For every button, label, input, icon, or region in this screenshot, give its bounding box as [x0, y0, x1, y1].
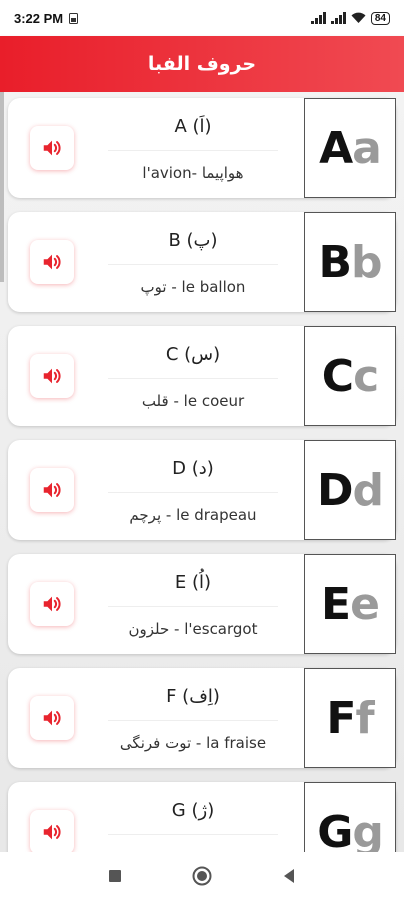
uppercase-letter: E	[321, 578, 351, 630]
letter-glyph-box[interactable]: Bb	[304, 212, 396, 312]
divider	[108, 492, 278, 493]
status-bar: 3:22 PM 84	[0, 0, 404, 36]
example-word: حلزون - l'escargot	[128, 620, 258, 638]
letter-card[interactable]: E (اُ) حلزون - l'escargot Ee	[8, 554, 396, 654]
speaker-button[interactable]	[30, 126, 74, 170]
letter-card[interactable]: D (د) پرچم - le drapeau Dd	[8, 440, 396, 540]
letter-glyph-box[interactable]: Cc	[304, 326, 396, 426]
letter-card[interactable]: G (ژ) Gg	[8, 782, 396, 852]
back-icon[interactable]	[282, 868, 296, 884]
letter-glyph-box[interactable]: Aa	[304, 98, 396, 198]
speaker-button[interactable]	[30, 354, 74, 398]
home-icon[interactable]	[192, 866, 212, 886]
letter-glyph-box[interactable]: Dd	[304, 440, 396, 540]
signal-icon	[310, 12, 326, 24]
sim-icon	[69, 12, 79, 24]
scrollbar[interactable]	[0, 92, 4, 282]
speaker-icon	[41, 821, 63, 843]
navigation-bar	[0, 852, 404, 900]
recents-icon[interactable]	[108, 869, 122, 883]
speaker-button[interactable]	[30, 810, 74, 852]
letter-glyph-box[interactable]: Gg	[304, 782, 396, 852]
lowercase-letter: a	[352, 122, 382, 174]
lowercase-letter: b	[351, 236, 382, 288]
speaker-icon	[41, 365, 63, 387]
divider	[108, 720, 278, 721]
speaker-button[interactable]	[30, 696, 74, 740]
letter-name: D (د)	[172, 458, 214, 479]
letter-name: E (اُ)	[174, 572, 212, 593]
speaker-icon	[41, 707, 63, 729]
letter-card[interactable]: A (اَ) l'avion- هواپیما Aa	[8, 98, 396, 198]
letter-glyph-box[interactable]: Ff	[304, 668, 396, 768]
divider	[108, 264, 278, 265]
uppercase-letter: C	[321, 350, 354, 402]
wifi-icon	[351, 12, 366, 23]
speaker-button[interactable]	[30, 582, 74, 626]
uppercase-letter: B	[318, 236, 352, 288]
status-time: 3:22 PM	[14, 10, 64, 26]
letter-list[interactable]: A (اَ) l'avion- هواپیما Aa B (پ) توپ - le ba…	[0, 92, 404, 852]
lowercase-letter: f	[355, 692, 374, 744]
speaker-icon	[41, 137, 63, 159]
divider	[108, 606, 278, 607]
example-word: قلب - le coeur	[141, 392, 245, 410]
speaker-button[interactable]	[30, 468, 74, 512]
signal-icon-2	[330, 12, 346, 24]
example-word: توپ - le ballon	[140, 278, 246, 296]
battery-icon: 84	[370, 11, 390, 25]
uppercase-letter: D	[316, 464, 354, 516]
uppercase-letter: G	[317, 806, 353, 853]
speaker-icon	[41, 593, 63, 615]
divider	[108, 378, 278, 379]
lowercase-letter: e	[350, 578, 380, 630]
speaker-icon	[41, 251, 63, 273]
page-title: حروف الفبا	[147, 53, 257, 75]
letter-name: F (اِف)	[166, 686, 220, 707]
letter-name: G (ژ)	[171, 800, 215, 821]
example-word: پرچم - le drapeau	[129, 506, 257, 524]
letter-name: B (پ)	[168, 230, 218, 251]
letter-card[interactable]: B (پ) توپ - le ballon Bb	[8, 212, 396, 312]
speaker-icon	[41, 479, 63, 501]
lowercase-letter: c	[353, 350, 379, 402]
divider	[108, 834, 278, 835]
app-bar: حروف الفبا	[0, 36, 404, 92]
letter-card[interactable]: C (س) قلب - le coeur Cc	[8, 326, 396, 426]
lowercase-letter: d	[352, 464, 384, 516]
letter-name: C (س)	[165, 344, 221, 365]
divider	[108, 150, 278, 151]
letter-glyph-box[interactable]: Ee	[304, 554, 396, 654]
letter-card[interactable]: F (اِف) توت فرنگی - la fraise Ff	[8, 668, 396, 768]
example-word: توت فرنگی - la fraise	[119, 734, 267, 752]
lowercase-letter: g	[352, 806, 383, 853]
uppercase-letter: A	[319, 122, 353, 174]
example-word: l'avion- هواپیما	[142, 164, 244, 182]
speaker-button[interactable]	[30, 240, 74, 284]
uppercase-letter: F	[326, 692, 356, 744]
letter-name: A (اَ)	[174, 116, 212, 137]
